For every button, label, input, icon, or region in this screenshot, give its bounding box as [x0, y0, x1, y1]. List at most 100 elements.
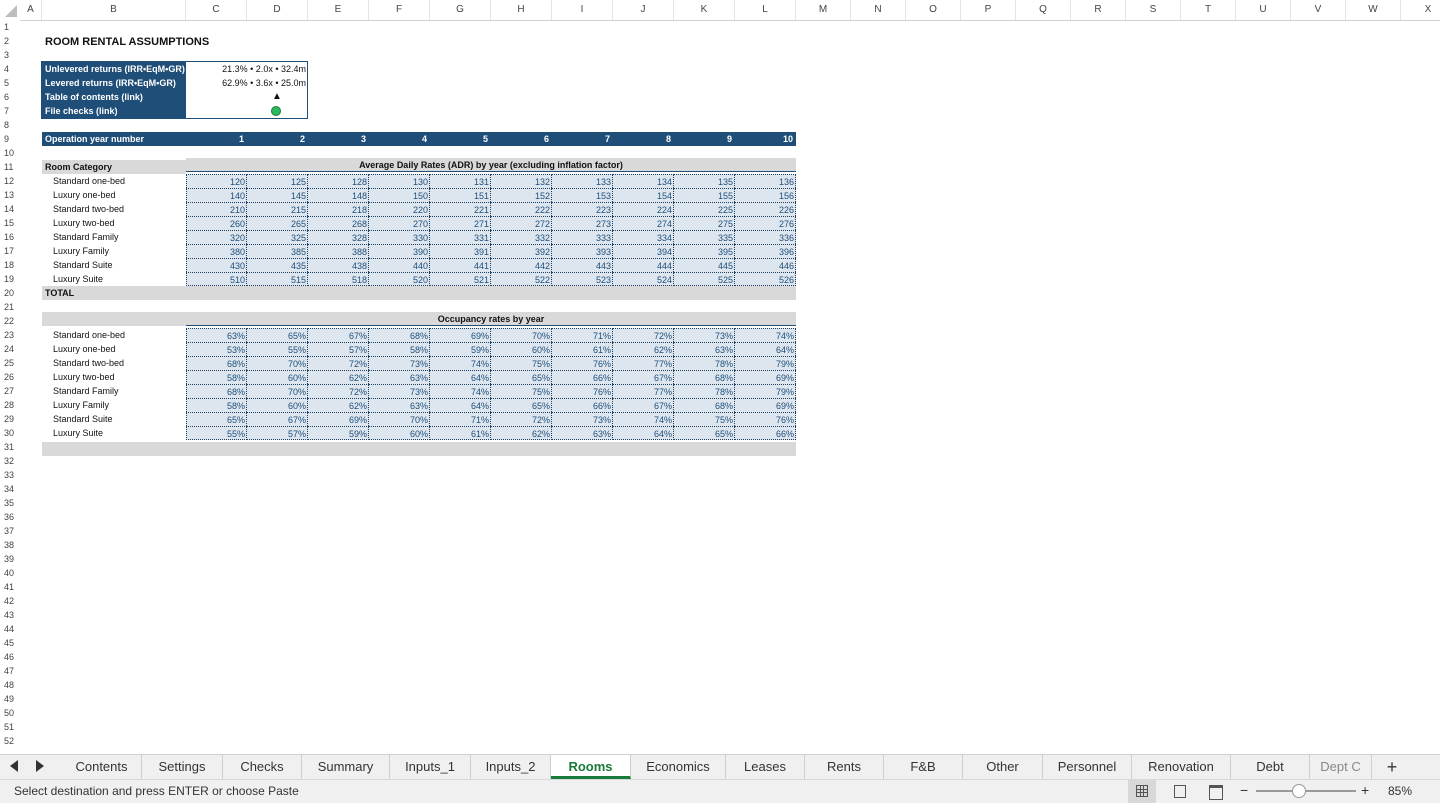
adr-cell[interactable]: 440 — [369, 258, 430, 272]
row-header-26[interactable]: 26 — [0, 370, 20, 384]
occ-cell[interactable]: 74% — [735, 328, 796, 342]
occ-cell[interactable]: 60% — [247, 398, 308, 412]
occ-cell[interactable]: 75% — [491, 356, 552, 370]
occ-cell[interactable]: 78% — [674, 356, 735, 370]
row-header-3[interactable]: 3 — [0, 48, 20, 62]
adr-cell[interactable]: 325 — [247, 230, 308, 244]
scroll-left-icon[interactable] — [10, 760, 18, 772]
occ-cell[interactable]: 68% — [186, 356, 247, 370]
occ-cell[interactable]: 60% — [369, 426, 430, 440]
row-header-29[interactable]: 29 — [0, 412, 20, 426]
occ-cell[interactable]: 65% — [186, 412, 247, 426]
occ-cell[interactable]: 57% — [308, 342, 369, 356]
occ-cell[interactable]: 65% — [674, 426, 735, 440]
adr-cell[interactable]: 226 — [735, 202, 796, 216]
adr-cell[interactable]: 273 — [552, 216, 613, 230]
adr-cell[interactable]: 438 — [308, 258, 369, 272]
adr-cell[interactable]: 120 — [186, 174, 247, 188]
sheet-tab-f-b[interactable]: F&B — [884, 755, 963, 779]
page-break-button[interactable] — [1202, 780, 1230, 803]
adr-cell[interactable]: 524 — [613, 272, 674, 286]
row-header-52[interactable]: 52 — [0, 734, 20, 748]
column-header-t[interactable]: T — [1181, 0, 1236, 20]
row-header-19[interactable]: 19 — [0, 272, 20, 286]
column-header-u[interactable]: U — [1236, 0, 1291, 20]
occ-cell[interactable]: 64% — [430, 398, 491, 412]
adr-cell[interactable]: 333 — [552, 230, 613, 244]
adr-cell[interactable]: 445 — [674, 258, 735, 272]
row-header-47[interactable]: 47 — [0, 664, 20, 678]
occ-cell[interactable]: 70% — [247, 384, 308, 398]
occ-cell[interactable]: 61% — [552, 342, 613, 356]
row-header-1[interactable]: 1 — [0, 20, 20, 34]
row-header-40[interactable]: 40 — [0, 566, 20, 580]
occ-cell[interactable]: 67% — [308, 328, 369, 342]
adr-cell[interactable]: 221 — [430, 202, 491, 216]
occ-cell[interactable]: 75% — [491, 384, 552, 398]
row-header-33[interactable]: 33 — [0, 468, 20, 482]
row-header-45[interactable]: 45 — [0, 636, 20, 650]
row-header-48[interactable]: 48 — [0, 678, 20, 692]
occ-cell[interactable]: 68% — [186, 384, 247, 398]
adr-cell[interactable]: 148 — [308, 188, 369, 202]
adr-cell[interactable]: 125 — [247, 174, 308, 188]
occ-cell[interactable]: 66% — [735, 426, 796, 440]
adr-cell[interactable]: 274 — [613, 216, 674, 230]
occ-cell[interactable]: 79% — [735, 384, 796, 398]
sheet-tab-rooms[interactable]: Rooms — [551, 755, 631, 779]
adr-cell[interactable]: 430 — [186, 258, 247, 272]
occ-cell[interactable]: 72% — [308, 356, 369, 370]
scroll-right-icon[interactable] — [36, 760, 44, 772]
column-header-r[interactable]: R — [1071, 0, 1126, 20]
occ-cell[interactable]: 70% — [369, 412, 430, 426]
occ-cell[interactable]: 59% — [308, 426, 369, 440]
adr-cell[interactable]: 130 — [369, 174, 430, 188]
sheet-tab-leases[interactable]: Leases — [726, 755, 805, 779]
row-header-9[interactable]: 9 — [0, 132, 20, 146]
column-header-i[interactable]: I — [552, 0, 613, 20]
adr-cell[interactable]: 385 — [247, 244, 308, 258]
adr-cell[interactable]: 320 — [186, 230, 247, 244]
occ-cell[interactable]: 61% — [430, 426, 491, 440]
occ-cell[interactable]: 66% — [552, 370, 613, 384]
row-header-42[interactable]: 42 — [0, 594, 20, 608]
row-header-6[interactable]: 6 — [0, 90, 20, 104]
adr-cell[interactable]: 155 — [674, 188, 735, 202]
adr-cell[interactable]: 392 — [491, 244, 552, 258]
adr-cell[interactable]: 526 — [735, 272, 796, 286]
adr-cell[interactable]: 443 — [552, 258, 613, 272]
occ-cell[interactable]: 76% — [735, 412, 796, 426]
adr-cell[interactable]: 134 — [613, 174, 674, 188]
zoom-slider-thumb[interactable] — [1292, 784, 1306, 798]
column-header-h[interactable]: H — [491, 0, 552, 20]
adr-cell[interactable]: 390 — [369, 244, 430, 258]
row-header-21[interactable]: 21 — [0, 300, 20, 314]
occ-cell[interactable]: 59% — [430, 342, 491, 356]
adr-cell[interactable]: 391 — [430, 244, 491, 258]
adr-cell[interactable]: 380 — [186, 244, 247, 258]
adr-cell[interactable]: 521 — [430, 272, 491, 286]
adr-cell[interactable]: 136 — [735, 174, 796, 188]
adr-cell[interactable]: 275 — [674, 216, 735, 230]
zoom-level[interactable]: 85% — [1388, 784, 1412, 798]
adr-cell[interactable]: 260 — [186, 216, 247, 230]
column-header-l[interactable]: L — [735, 0, 796, 20]
adr-cell[interactable]: 442 — [491, 258, 552, 272]
adr-cell[interactable]: 131 — [430, 174, 491, 188]
occ-cell[interactable]: 68% — [674, 398, 735, 412]
adr-cell[interactable]: 444 — [613, 258, 674, 272]
occ-cell[interactable]: 62% — [308, 398, 369, 412]
row-header-31[interactable]: 31 — [0, 440, 20, 454]
sheet-tab-dept-c[interactable]: Dept C — [1310, 755, 1372, 779]
occ-cell[interactable]: 63% — [674, 342, 735, 356]
adr-cell[interactable]: 154 — [613, 188, 674, 202]
occ-cell[interactable]: 63% — [369, 398, 430, 412]
adr-cell[interactable]: 393 — [552, 244, 613, 258]
row-header-25[interactable]: 25 — [0, 356, 20, 370]
sheet-tab-contents[interactable]: Contents — [62, 755, 142, 779]
row-header-20[interactable]: 20 — [0, 286, 20, 300]
sheet-tab-debt[interactable]: Debt — [1231, 755, 1310, 779]
column-header-n[interactable]: N — [851, 0, 906, 20]
occ-cell[interactable]: 73% — [369, 356, 430, 370]
occ-cell[interactable]: 73% — [552, 412, 613, 426]
